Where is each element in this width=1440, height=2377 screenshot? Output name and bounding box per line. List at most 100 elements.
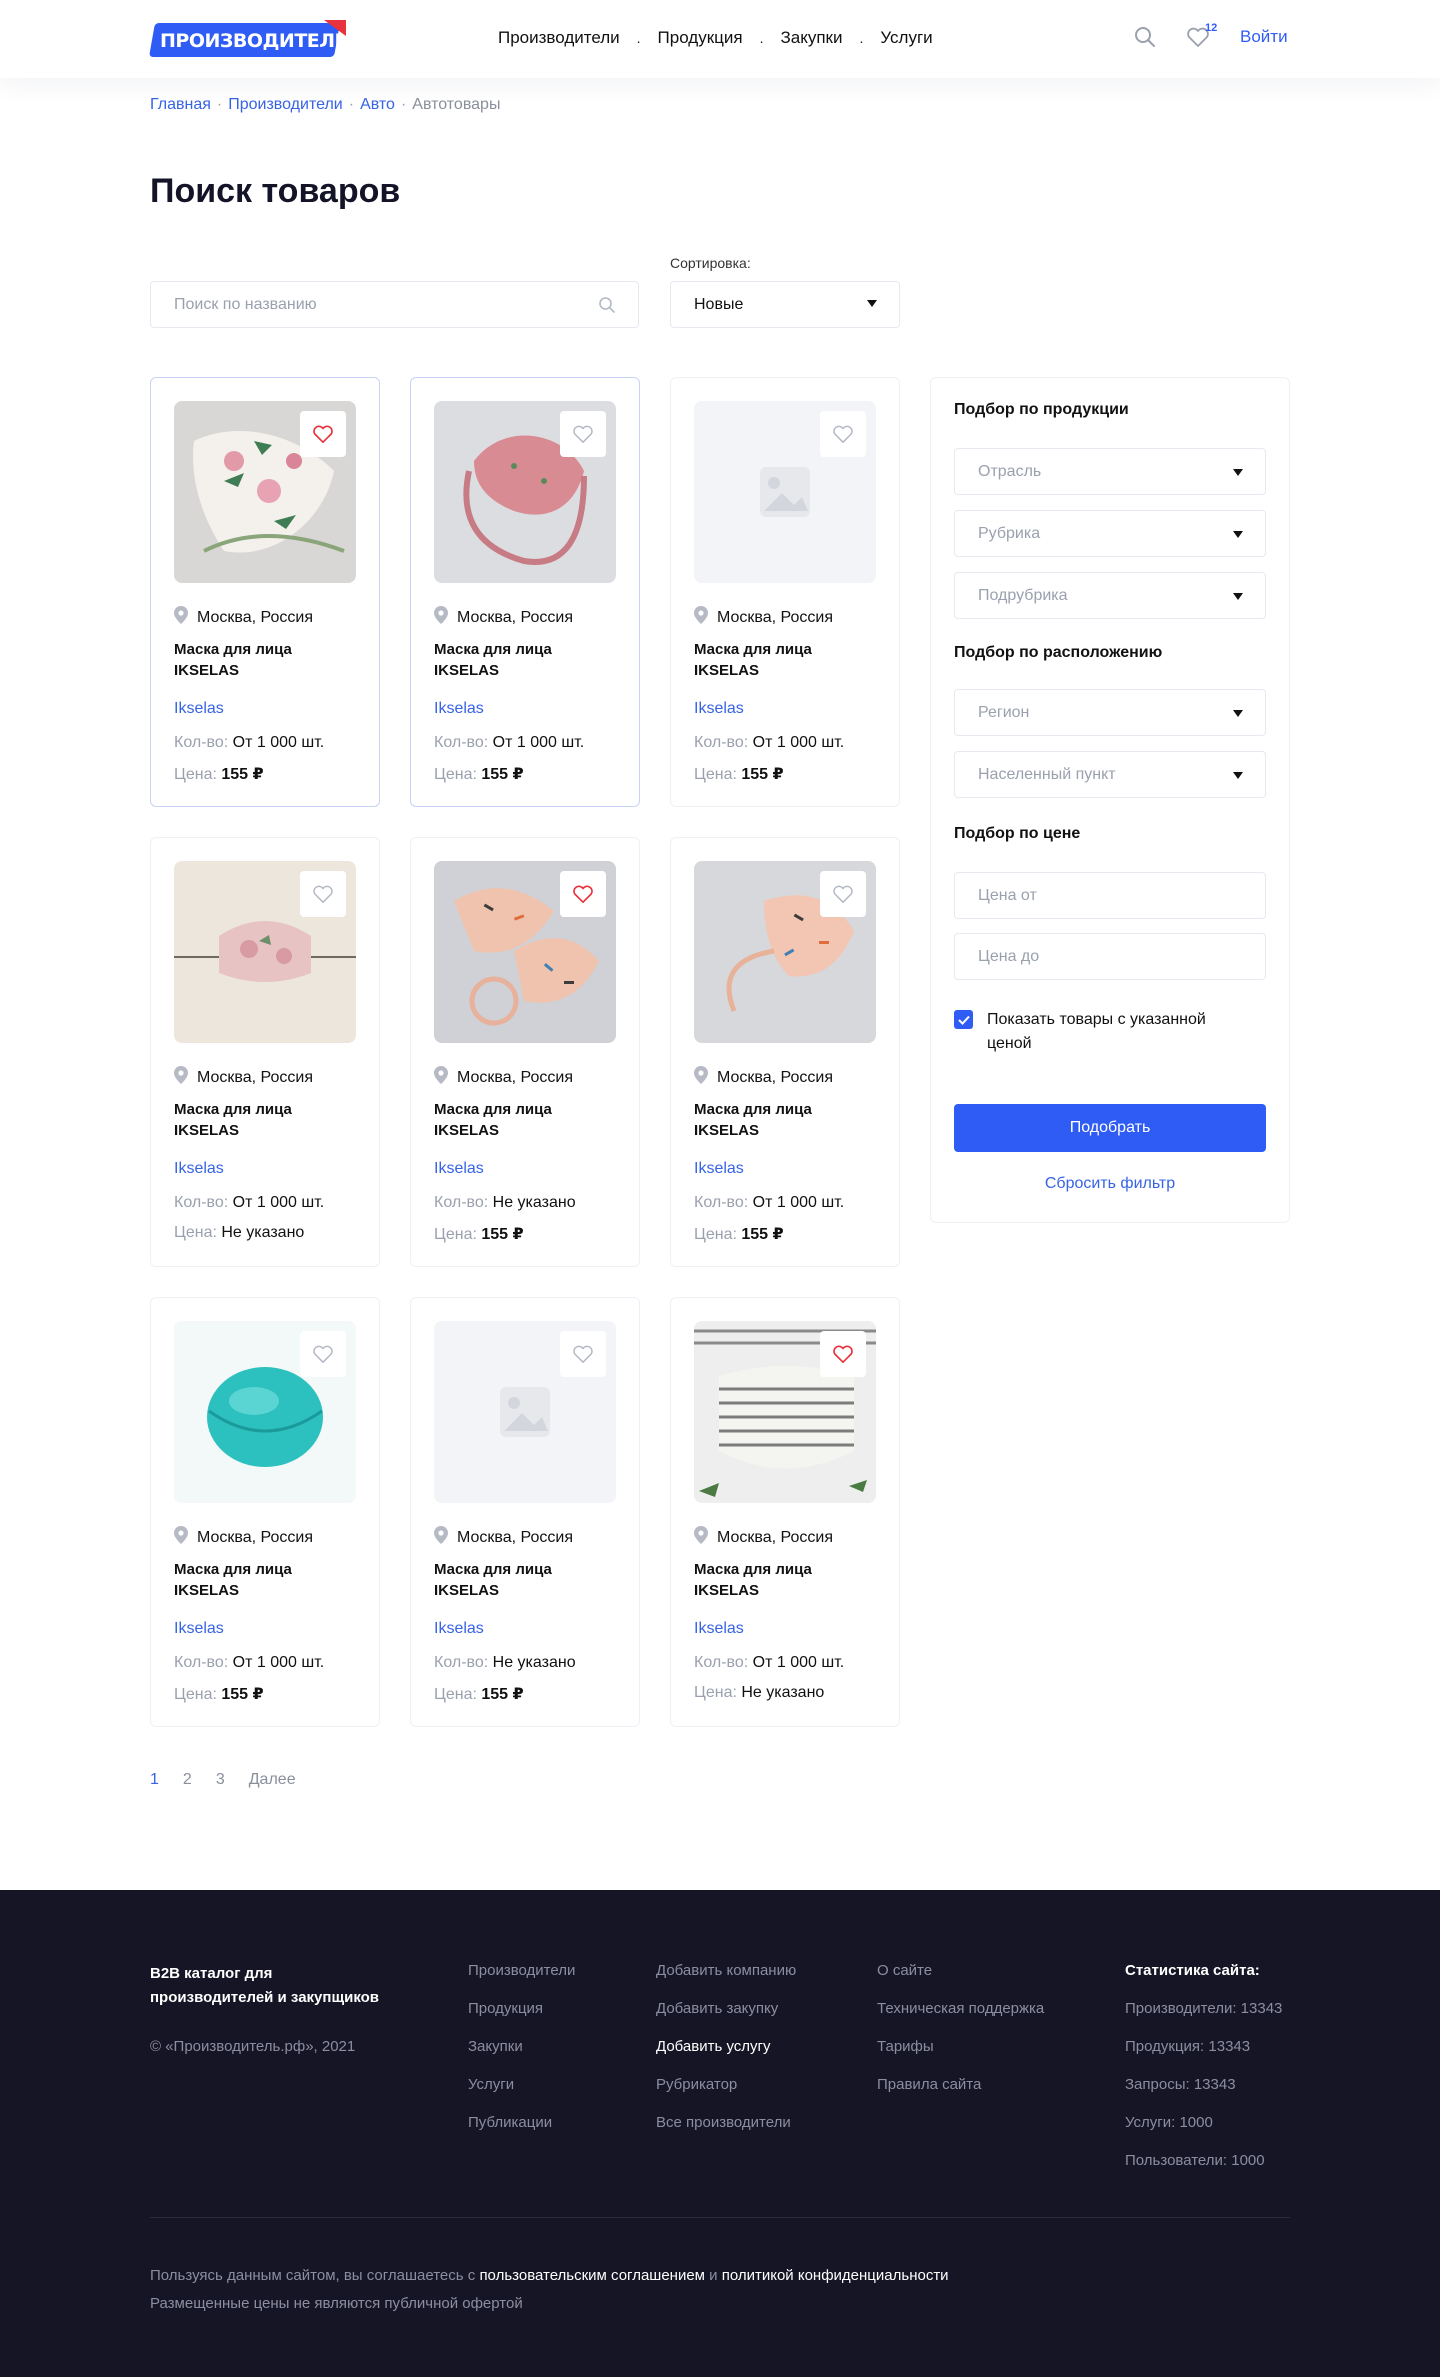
caret-down-icon [1233,710,1243,717]
price-from-input[interactable] [955,873,1265,918]
product-brand-link[interactable]: Ikselas [694,1620,744,1638]
industry-select[interactable]: Отрасль [954,448,1266,495]
category-select[interactable]: Рубрика [954,510,1266,557]
product-title[interactable]: Маска для лица IKSELAS [174,1559,344,1601]
product-card[interactable]: Москва, Россия Маска для лица IKSELAS Ikse… [150,837,380,1267]
product-price: Цена: Не указано [174,1224,305,1241]
footer-link[interactable]: Правила сайта [877,2076,1044,2114]
product-brand-link[interactable]: Ikselas [174,1620,224,1638]
product-card[interactable]: Москва, Россия Маска для лица IKSELAS Ikse… [670,837,900,1267]
footer-link[interactable]: Техническая поддержка [877,2000,1044,2038]
placeholder-image[interactable] [434,1321,616,1503]
rose-mask-photo[interactable] [174,861,356,1043]
product-brand-link[interactable]: Ikselas [174,1160,224,1178]
product-brand-link[interactable]: Ikselas [434,1620,484,1638]
page-2-link[interactable]: 2 [183,1771,192,1789]
product-title[interactable]: Маска для лица IKSELAS [694,639,864,681]
heart-icon[interactable] [820,1331,866,1377]
sprinkle-masks-photo[interactable] [434,861,616,1043]
breadcrumb-current: Автотовары [412,96,501,113]
subcategory-select[interactable]: Подрубрика [954,572,1266,619]
heart-icon[interactable] [560,871,606,917]
footer-link[interactable]: Производители [468,1962,575,2000]
page-1-link[interactable]: 1 [150,1771,159,1789]
placeholder-image[interactable] [694,401,876,583]
locality-select[interactable]: Населенный пункт [954,751,1266,798]
footer-link[interactable]: Закупки [468,2038,575,2076]
search-icon[interactable] [598,296,616,319]
heart-icon[interactable] [560,1331,606,1377]
breadcrumb-home[interactable]: Главная [150,96,211,113]
user-agreement-link[interactable]: пользовательским соглашением [479,2267,705,2284]
footer-link[interactable]: Рубрикатор [656,2076,796,2114]
price-to-input[interactable] [955,934,1265,979]
breadcrumb-producers[interactable]: Производители [228,96,343,113]
reset-filter-link[interactable]: Сбросить фильтр [954,1175,1266,1193]
page-3-link[interactable]: 3 [216,1771,225,1789]
floral-mask-photo[interactable] [174,401,356,583]
product-title[interactable]: Маска для лица IKSELAS [694,1099,864,1141]
search-icon[interactable] [1134,26,1156,53]
heart-icon[interactable] [560,411,606,457]
footer-link[interactable]: Тарифы [877,2038,1044,2076]
footer-link[interactable]: Добавить закупку [656,2000,796,2038]
breadcrumb-auto[interactable]: Авто [360,96,395,113]
footer-link[interactable]: Все производители [656,2114,796,2152]
next-page-link[interactable]: Далее [249,1771,296,1789]
product-title[interactable]: Маска для лица IKSELAS [694,1559,864,1601]
heart-icon[interactable] [300,1331,346,1377]
product-card[interactable]: Москва, Россия Маска для лица IKSELAS Ikse… [150,1297,380,1727]
site-logo[interactable]: ПРОИЗВОДИТЕЛЬ.РФ [149,20,388,58]
product-card[interactable]: Москва, Россия Маска для лица IKSELAS Ikse… [670,377,900,807]
site-footer: B2B каталог для производителей и закупщи… [0,1890,1440,2377]
footer-link[interactable]: Услуги [468,2076,575,2114]
nav-item-services[interactable]: Услуги [880,28,932,48]
product-brand-link[interactable]: Ikselas [694,1160,744,1178]
checkmark-icon [957,1015,970,1025]
with-price-label[interactable]: Показать товары с указанной ценой [987,1008,1237,1056]
footer-link[interactable]: Добавить компанию [656,1962,796,2000]
product-title[interactable]: Маска для лица IKSELAS [174,639,344,681]
product-title[interactable]: Маска для лица IKSELAS [174,1099,344,1141]
page-title: Поиск товаров [150,172,401,210]
product-quantity: Кол-во: От 1 000 шт. [694,734,845,751]
product-brand-link[interactable]: Ikselas [434,700,484,718]
product-brand-link[interactable]: Ikselas [694,700,744,718]
apply-filter-button[interactable]: Подобрать [954,1104,1266,1152]
footer-link[interactable]: Продукция [468,2000,575,2038]
footer-link[interactable]: О сайте [877,1962,1044,2000]
heart-icon[interactable] [300,871,346,917]
location-pin-icon [434,1066,448,1089]
product-brand-link[interactable]: Ikselas [174,700,224,718]
footer-link[interactable]: Публикации [468,2114,575,2152]
product-card[interactable]: Москва, Россия Маска для лица IKSELAS Ikse… [410,1297,640,1727]
nav-item-purchases[interactable]: Закупки [781,28,843,48]
with-price-checkbox[interactable] [954,1010,973,1029]
heart-icon[interactable] [820,411,866,457]
search-input[interactable] [151,282,571,327]
sort-select[interactable]: Новые [670,281,900,328]
product-brand-link[interactable]: Ikselas [434,1160,484,1178]
product-card[interactable]: Москва, Россия Маска для лица IKSELAS Ikse… [670,1297,900,1727]
heart-icon[interactable] [300,411,346,457]
privacy-policy-link[interactable]: политикой конфиденциальности [722,2267,949,2284]
nav-item-producers[interactable]: Производители [498,28,620,48]
striped-mask-photo[interactable] [694,1321,876,1503]
region-select[interactable]: Регион [954,689,1266,736]
sprinkle-mask-photo[interactable] [694,861,876,1043]
product-card[interactable]: Москва, Россия Маска для лица IKSELAS Ikse… [410,837,640,1267]
product-card[interactable]: Москва, Россия Маска для лица IKSELAS Ikse… [410,377,640,807]
product-quantity: Кол-во: От 1 000 шт. [174,1654,325,1671]
footer-link[interactable]: Добавить услугу [656,2038,796,2076]
product-card[interactable]: Москва, Россия Маска для лица IKSELAS Ikse… [150,377,380,807]
heart-icon[interactable] [820,871,866,917]
nav-item-products[interactable]: Продукция [658,28,743,48]
product-title[interactable]: Маска для лица IKSELAS [434,639,604,681]
turquoise-respirator-photo[interactable] [174,1321,356,1503]
stat-item: Продукция: 13343 [1125,2038,1251,2055]
login-link[interactable]: Войти [1240,27,1288,47]
product-title[interactable]: Маска для лица IKSELAS [434,1099,604,1141]
product-title[interactable]: Маска для лица IKSELAS [434,1559,604,1601]
caret-down-icon [1233,593,1243,600]
pink-mask-photo[interactable] [434,401,616,583]
